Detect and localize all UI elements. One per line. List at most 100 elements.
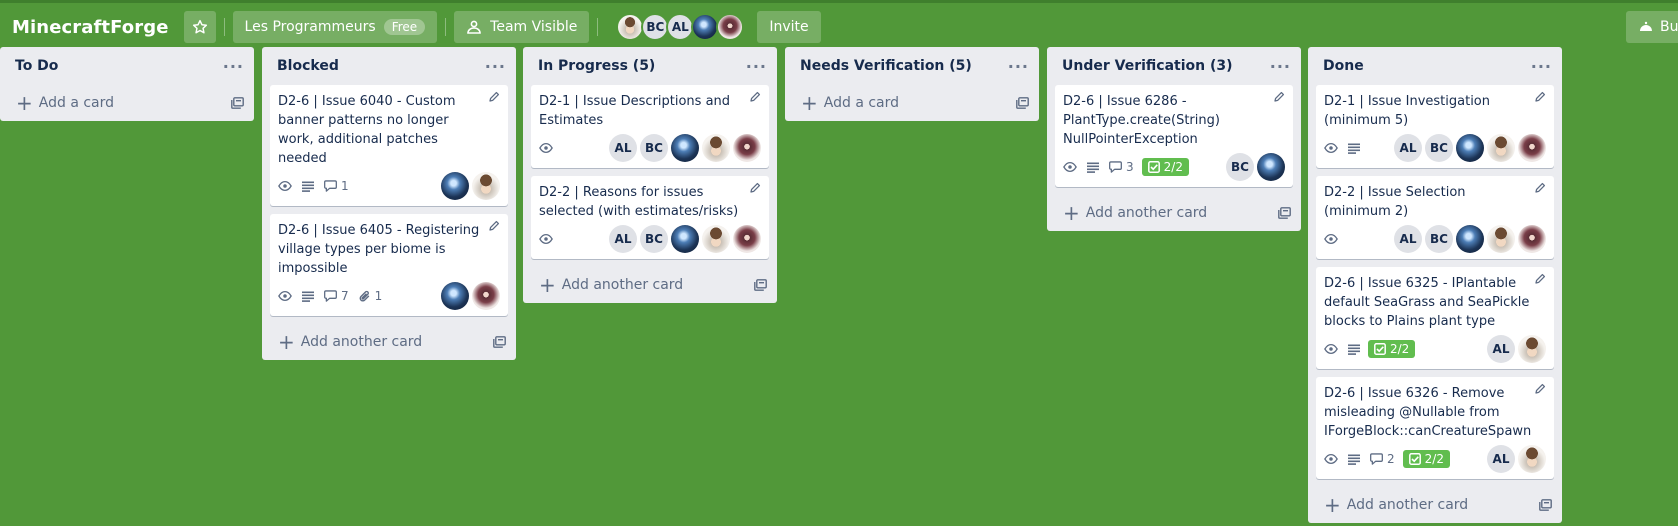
card-template-icon[interactable]	[231, 97, 244, 109]
workspace-button[interactable]: Les Programmeurs Free	[232, 11, 438, 43]
card[interactable]: D2-6 | Issue 6040 - Custom banner patter…	[270, 85, 508, 206]
member-avatar-blue[interactable]	[1456, 225, 1484, 253]
card-template-icon[interactable]	[754, 279, 767, 291]
member-avatar-initials[interactable]: BC	[640, 225, 668, 253]
list-title[interactable]: Blocked	[277, 58, 339, 74]
list-menu-icon[interactable]: ···	[1270, 57, 1291, 76]
invite-button[interactable]: Invite	[757, 11, 821, 43]
member-avatar-face[interactable]	[702, 225, 730, 253]
checklist-count: 2/2	[1163, 160, 1183, 174]
list-title[interactable]: Under Verification (3)	[1062, 58, 1233, 74]
list-menu-icon[interactable]: ···	[1008, 57, 1029, 76]
member-avatar-initials[interactable]: AL	[666, 13, 695, 41]
member-avatar-initials[interactable]: BC	[641, 13, 670, 41]
card[interactable]: D2-6 | Issue 6326 - Remove misleading @N…	[1316, 377, 1554, 479]
card[interactable]: D2-6 | Issue 6286 - PlantType.create(Str…	[1055, 85, 1293, 187]
list-title[interactable]: In Progress (5)	[538, 58, 655, 74]
member-avatar-blue[interactable]	[671, 134, 699, 162]
member-avatar-face[interactable]	[1487, 134, 1515, 162]
list-header[interactable]: Done ···	[1308, 47, 1562, 85]
edit-pencil-icon[interactable]	[1534, 91, 1546, 103]
list-header[interactable]: In Progress (5) ···	[523, 47, 777, 85]
list-menu-icon[interactable]: ···	[485, 57, 506, 76]
card[interactable]: D2-2 | Reasons for issues selected (with…	[531, 176, 769, 259]
edit-pencil-icon[interactable]	[1534, 273, 1546, 285]
card-members: BC	[1223, 153, 1285, 181]
list-title[interactable]: Done	[1323, 58, 1364, 74]
add-card-button[interactable]: + Add a card	[0, 85, 254, 121]
butler-button[interactable]: But	[1626, 11, 1678, 43]
edit-pencil-icon[interactable]	[488, 220, 500, 232]
edit-pencil-icon[interactable]	[488, 91, 500, 103]
card[interactable]: D2-6 | Issue 6325 - IPlantable default S…	[1316, 267, 1554, 369]
member-avatar-face[interactable]	[1518, 335, 1546, 363]
member-avatar-initials[interactable]: BC	[640, 134, 668, 162]
comments-badge: 7	[324, 289, 349, 303]
member-avatar-initials[interactable]: AL	[1394, 134, 1422, 162]
member-avatar-face[interactable]	[616, 13, 645, 41]
edit-pencil-icon[interactable]	[1273, 91, 1285, 103]
member-avatar-initials[interactable]: AL	[1394, 225, 1422, 253]
card-members: AL	[1484, 445, 1546, 473]
add-card-button[interactable]: + Add a card	[785, 85, 1039, 121]
member-avatar-blue[interactable]	[671, 225, 699, 253]
star-button[interactable]	[183, 11, 216, 43]
card[interactable]: D2-1 | Issue Descriptions and Estimates A…	[531, 85, 769, 168]
member-avatar-girl[interactable]	[1518, 134, 1546, 162]
member-avatar-blue[interactable]	[441, 172, 469, 200]
member-avatar-blue[interactable]	[441, 282, 469, 310]
card-template-icon[interactable]	[1016, 97, 1029, 109]
card-badges: 1	[278, 179, 359, 193]
member-avatar-initials[interactable]: AL	[1487, 335, 1515, 363]
member-avatar-face[interactable]	[1487, 225, 1515, 253]
list-menu-icon[interactable]: ···	[223, 57, 244, 76]
add-card-button[interactable]: + Add another card	[1308, 487, 1562, 523]
description-badge	[1087, 162, 1099, 173]
add-card-label: Add another card	[1346, 497, 1469, 513]
card-template-icon[interactable]	[493, 336, 506, 348]
edit-pencil-icon[interactable]	[1534, 182, 1546, 194]
member-avatar-girl[interactable]	[716, 13, 745, 41]
member-avatar-blue[interactable]	[1456, 134, 1484, 162]
member-avatar-initials[interactable]: BC	[1425, 134, 1453, 162]
member-avatar-blue[interactable]	[1257, 153, 1285, 181]
card[interactable]: D2-6 | Issue 6405 - Registering village …	[270, 214, 508, 316]
list-title[interactable]: To Do	[15, 58, 58, 74]
board-title[interactable]: MinecraftForge	[12, 17, 169, 38]
member-avatar-face[interactable]	[472, 172, 500, 200]
comments-icon	[1109, 161, 1122, 173]
list-header[interactable]: Blocked ···	[262, 47, 516, 85]
list-menu-icon[interactable]: ···	[1531, 57, 1552, 76]
list-header[interactable]: Needs Verification (5) ···	[785, 47, 1039, 85]
add-card-button[interactable]: + Add another card	[262, 324, 516, 360]
list-title[interactable]: Needs Verification (5)	[800, 58, 972, 74]
member-avatar-initials[interactable]: BC	[1425, 225, 1453, 253]
add-card-button[interactable]: + Add another card	[1047, 195, 1301, 231]
member-avatar-face[interactable]	[702, 134, 730, 162]
edit-pencil-icon[interactable]	[749, 91, 761, 103]
edit-pencil-icon[interactable]	[749, 182, 761, 194]
list-header[interactable]: To Do ···	[0, 47, 254, 85]
list-column: Under Verification (3) ··· D2-6 | Issue 62…	[1047, 47, 1301, 231]
edit-pencil-icon[interactable]	[1534, 383, 1546, 395]
member-avatar-initials[interactable]: AL	[1487, 445, 1515, 473]
member-avatar-girl[interactable]	[733, 134, 761, 162]
member-avatar-initials[interactable]: BC	[1226, 153, 1254, 181]
description-badge	[1348, 143, 1360, 154]
member-avatar-girl[interactable]	[1518, 225, 1546, 253]
member-avatar-girl[interactable]	[733, 225, 761, 253]
card[interactable]: D2-2 | Issue Selection (minimum 2) AL BC	[1316, 176, 1554, 259]
add-card-button[interactable]: + Add another card	[523, 267, 777, 303]
visibility-button[interactable]: Team Visible	[454, 11, 590, 43]
member-avatar-blue[interactable]	[691, 13, 720, 41]
list-header[interactable]: Under Verification (3) ···	[1047, 47, 1301, 85]
card[interactable]: D2-1 | Issue Investigation (minimum 5) AL…	[1316, 85, 1554, 168]
list-menu-icon[interactable]: ···	[746, 57, 767, 76]
member-avatar-initials[interactable]: AL	[609, 134, 637, 162]
member-avatar-face[interactable]	[1518, 445, 1546, 473]
card-template-icon[interactable]	[1278, 207, 1291, 219]
checklist-icon	[1147, 161, 1160, 173]
member-avatar-initials[interactable]: AL	[609, 225, 637, 253]
member-avatar-girl[interactable]	[472, 282, 500, 310]
card-template-icon[interactable]	[1539, 499, 1552, 511]
